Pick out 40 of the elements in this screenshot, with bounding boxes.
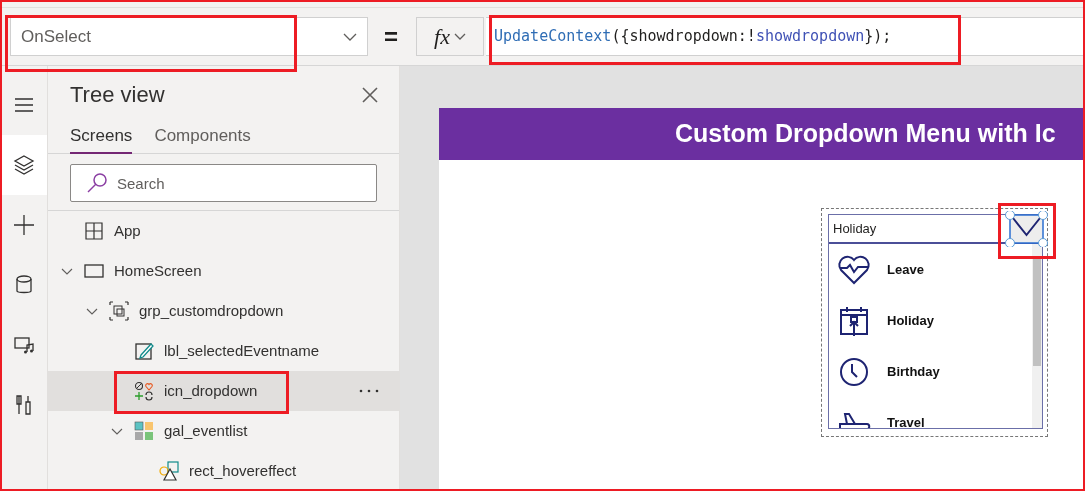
media-icon — [12, 334, 35, 356]
tree-item[interactable]: App — [48, 211, 399, 251]
rail-button[interactable] — [0, 135, 47, 195]
edit-label-icon — [134, 341, 154, 361]
close-icon[interactable] — [361, 85, 379, 104]
tab[interactable]: Screens — [70, 123, 133, 154]
tree-item[interactable]: gal_eventlist — [48, 411, 399, 451]
search-icon — [86, 172, 108, 194]
panel-title: Tree view — [70, 81, 165, 109]
search-field[interactable]: Search — [70, 164, 377, 202]
tab[interactable]: Components — [154, 123, 251, 154]
tree-item[interactable]: HomeScreen — [48, 251, 399, 291]
equals-sign: = — [384, 21, 399, 52]
app-icon — [84, 221, 104, 241]
formula-field[interactable]: UpdateContext({showdropdown:!showdropdown}); — [486, 17, 1085, 56]
tree-item[interactable]: rect_hovereffect — [48, 451, 399, 491]
list-item-label[interactable]: Birthday — [887, 361, 940, 382]
chevron-down-icon — [453, 33, 466, 40]
icons-set-icon — [134, 381, 154, 401]
list-item-label[interactable]: Holiday — [887, 310, 934, 331]
gallery-icon — [134, 421, 154, 441]
list-item-label[interactable]: Travel — [887, 412, 925, 428]
property-dropdown[interactable]: OnSelect — [10, 17, 368, 56]
scrollbar[interactable] — [1032, 244, 1042, 428]
tree-item[interactable]: lbl_selectedEventname — [48, 331, 399, 371]
tree-item[interactable]: grp_customdropdown — [48, 291, 399, 331]
plus-icon — [12, 214, 35, 236]
fx-button[interactable]: fx — [416, 17, 484, 56]
layers-icon — [12, 154, 35, 176]
header-title: Custom Dropdown Menu with Ic — [675, 118, 1056, 150]
highlight-box — [998, 203, 1056, 259]
envelope-icon[interactable] — [1005, 211, 1048, 247]
chevron-down-icon — [343, 32, 357, 41]
list-item-label[interactable]: Leave — [887, 259, 924, 280]
tree-item[interactable]: icn_dropdown — [48, 371, 399, 411]
screen-icon — [84, 261, 104, 281]
selected-value: Holiday — [833, 219, 877, 238]
shapes-icon — [159, 461, 179, 481]
group-icon — [109, 301, 129, 321]
more-icon[interactable] — [359, 389, 379, 393]
